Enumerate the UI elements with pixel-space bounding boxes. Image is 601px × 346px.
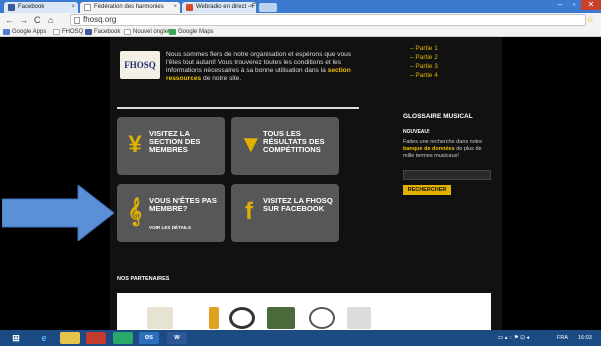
webradio-favicon-icon [186,4,193,11]
tile-facebook[interactable]: f VISITEZ LA FHOSQ SUR FACEBOOK [231,184,339,242]
glossary-search-button[interactable]: RECHERCHER [403,185,451,195]
intro-text: Nous sommes fiers de notre organisation … [166,51,366,83]
database-link[interactable]: banque de données [403,146,455,152]
web-page: FHOSQ Nous sommes fiers de notre organis… [0,37,601,330]
partie-link[interactable]: – Partie 3 [410,62,438,71]
tab-webradio[interactable]: Webradio en direct - F × [182,2,256,13]
close-icon[interactable]: × [173,2,177,13]
bookmark-label: Facebook [94,29,121,35]
glossary-subtitle: NOUVEAU! [403,129,430,135]
facebook-favicon-icon [8,4,15,11]
see-details-link[interactable]: VOIR LES DÉTAILS [149,225,191,230]
bookmark-label: FHOSQ [62,29,84,35]
page-icon [53,29,60,35]
app-icon[interactable] [113,332,133,344]
minimize-icon[interactable]: – [553,0,567,10]
tab-label: Fédération des harmonies [94,4,164,10]
address-bar[interactable]: fhosq.org [70,14,586,26]
tray-icons[interactable]: ▭ ▴ ◌ ⚑ ⊡ ◂ [498,333,529,343]
bookmark-label: Google Apps [12,29,47,35]
maximize-icon[interactable]: ▫ [567,0,581,10]
glossary-desc-part1: Faites une recherche dans notre [403,139,483,145]
page-favicon-icon [84,4,91,11]
new-tab-button[interactable] [259,3,277,12]
bookmark-star-icon[interactable]: ☆ [586,14,594,25]
bookmark-label: Google Maps [178,29,214,35]
section-divider [117,107,359,109]
outlook-icon[interactable]: os [139,332,159,344]
word-icon[interactable]: w [167,332,187,344]
bookmarks-bar: Google Apps FHOSQ Facebook Nouvel onglet… [0,27,601,37]
partner-logo[interactable] [229,307,255,329]
facebook-icon: f [245,198,253,225]
tile-members-section[interactable]: ¥ VISITEZ LA SECTION DES MEMBRES [117,117,225,175]
language-indicator[interactable]: FRA [557,333,568,343]
bookmark-google-maps[interactable]: Google Maps [169,28,214,36]
tab-federation[interactable]: Fédération des harmonies × [80,2,180,13]
reload-icon[interactable]: C [34,14,41,26]
tile-not-member[interactable]: 𝄞 VOUS N'ÊTES PAS MEMBRE? VOIR LES DÉTAI… [117,184,225,242]
screen: Facebook × Fédération des harmonies × We… [0,0,601,346]
partner-logo[interactable] [309,307,335,329]
page-icon [74,17,80,24]
partner-logo[interactable] [147,307,173,329]
intro-part1: Nous sommes fiers de notre organisation … [166,51,352,74]
tile-label: TOUS LES RÉSULTATS DES COMPÉTITIONS [263,129,325,154]
tile-label: VOUS N'ÊTES PAS MEMBRE? [149,196,217,213]
tab-strip: Facebook × Fédération des harmonies × We… [0,0,601,13]
partner-logo[interactable] [209,307,219,329]
internet-explorer-icon[interactable]: e [34,332,54,344]
partner-logo[interactable] [347,307,371,329]
close-icon[interactable]: × [71,2,75,13]
partie-link[interactable]: – Partie 4 [410,71,438,80]
page-icon [124,29,131,35]
forward-arrow-icon[interactable]: → [19,14,28,26]
annotation-arrow-icon [2,185,114,241]
site-logo[interactable]: FHOSQ [120,51,160,79]
tab-label: Webradio en direct - F [196,4,256,10]
glossary-search-input[interactable] [403,170,491,180]
intro-part2: de notre site. [203,75,242,82]
clock-time[interactable]: 16:03 [578,333,592,343]
windows-taskbar: ⊞ e os w ▭ ▴ ◌ ⚑ ⊡ ◂ FRA 16:03 [0,330,601,346]
windows-start-icon[interactable]: ⊞ [6,332,26,344]
close-window-icon[interactable]: ✕ [581,0,601,10]
tile-label: VISITEZ LA FHOSQ SUR FACEBOOK [263,196,333,213]
partie-link[interactable]: – Partie 1 [410,44,438,53]
facebook-icon [85,29,92,35]
tab-label: Facebook [18,4,45,10]
close-icon[interactable]: × [249,2,253,13]
browser-toolbar: ← → C ⌂ fhosq.org ☆ [0,13,601,27]
bookmark-fhosq[interactable]: FHOSQ [53,28,83,36]
bookmark-new-tab[interactable]: Nouvel onglet [124,28,170,36]
partners-banner [117,293,491,330]
parties-list: – Partie 1 – Partie 2 – Partie 3 – Parti… [410,44,438,80]
treble-clef-icon: 𝄞 [127,198,143,225]
url-text: fhosq.org [83,15,117,24]
chrome-icon[interactable] [86,332,106,344]
home-icon[interactable]: ⌂ [48,14,53,26]
glossary-title: GLOSSAIRE MUSICAL [403,113,473,120]
member-figure-icon: ¥ [128,131,142,158]
tile-competition-results[interactable]: ▼ TOUS LES RÉSULTATS DES COMPÉTITIONS [231,117,339,175]
bookmark-facebook[interactable]: Facebook [85,28,120,36]
partners-title: NOS PARTENAIRES [117,276,170,282]
bookmark-google-apps[interactable]: Google Apps [3,28,46,36]
glossary-description: Faites une recherche dans notre banque d… [403,139,491,160]
file-explorer-icon[interactable] [60,332,80,344]
partner-logo[interactable] [267,307,295,329]
partie-link[interactable]: – Partie 2 [410,53,438,62]
maps-pin-icon [169,29,176,35]
trophy-icon: ▼ [239,131,263,158]
tile-label: VISITEZ LA SECTION DES MEMBRES [149,129,201,154]
back-arrow-icon[interactable]: ← [5,14,14,26]
tab-facebook[interactable]: Facebook × [4,2,78,13]
apps-grid-icon [3,29,10,35]
bookmark-label: Nouvel onglet [133,29,170,35]
